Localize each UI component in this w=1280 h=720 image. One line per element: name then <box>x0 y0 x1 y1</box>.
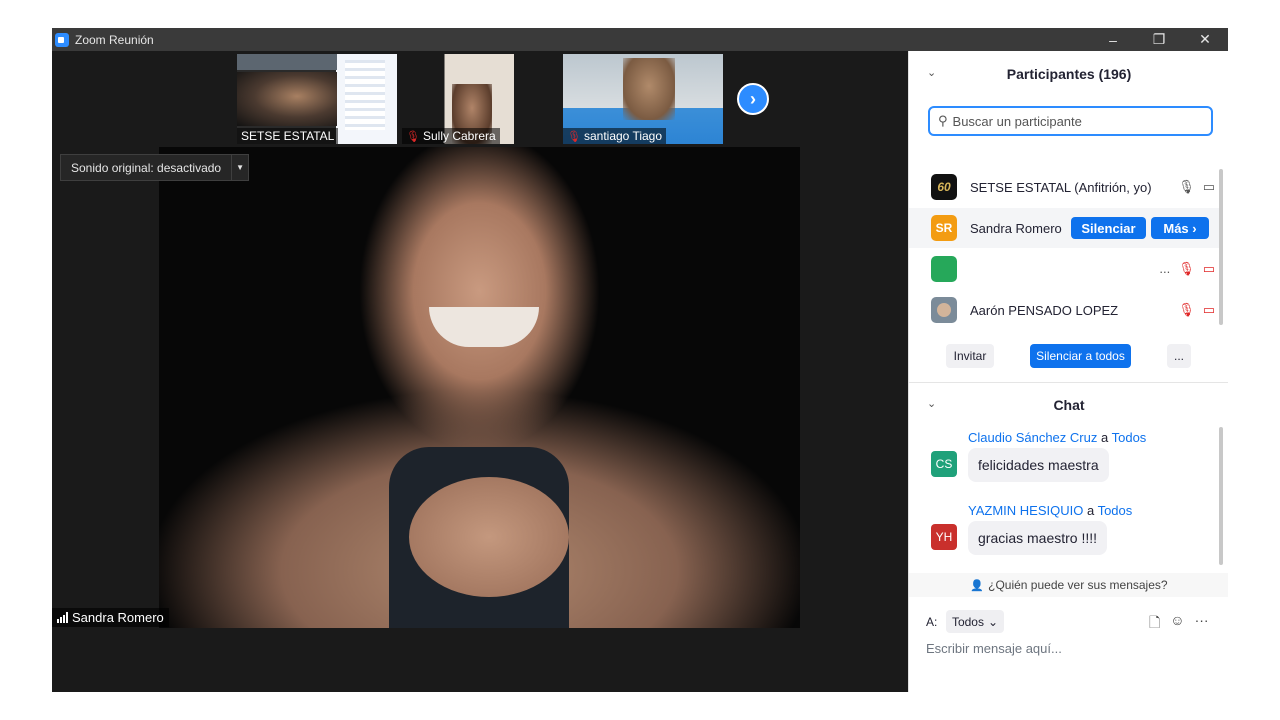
chat-recipient: Todos <box>1097 503 1133 518</box>
chat-to-word: a <box>1086 503 1095 518</box>
invite-button[interactable]: Invitar <box>946 344 994 368</box>
participant-search-input[interactable]: ⚲ Buscar un participante <box>928 106 1213 136</box>
mic-off-icon: 🎙 <box>1178 261 1195 276</box>
chat-message-header: YAZMIN HESIQUIO a Todos <box>968 503 1132 518</box>
mic-off-icon: 🎙 <box>567 130 581 143</box>
more-participant-button[interactable]: Más › <box>1151 217 1209 239</box>
avatar: 60 <box>931 174 957 200</box>
mic-off-icon: 🎙 <box>1178 302 1195 317</box>
video-figure-hands <box>409 477 569 597</box>
mute-participant-button[interactable]: Silenciar <box>1071 217 1146 239</box>
camera-icon[interactable]: ▭ <box>1203 179 1215 195</box>
avatar <box>931 256 957 282</box>
participant-row[interactable]: ... 🎙 ▭ <box>909 249 1221 289</box>
chat-to-label: A: <box>926 615 938 629</box>
participant-status: 🎙 ▭ <box>1178 302 1215 318</box>
participant-status: ... 🎙 ▭ <box>1159 261 1215 277</box>
chat-header: ⌄ Chat <box>909 397 1228 419</box>
chat-recipient: Todos <box>1111 430 1147 445</box>
avatar: SR <box>931 215 957 241</box>
thumbnail-name: SETSE ESTATAL <box>237 128 339 144</box>
collapse-participants-icon[interactable]: ⌄ <box>927 66 936 79</box>
participant-name: Aarón PENSADO LOPEZ <box>970 302 1119 318</box>
section-divider <box>909 382 1228 383</box>
chat-tools: 🗋 ☺ ··· <box>1149 612 1209 636</box>
more-icon[interactable]: ··· <box>1195 612 1209 636</box>
thumbnail-video <box>623 58 675 120</box>
zoom-app-icon <box>55 32 69 47</box>
avatar: YH <box>931 524 957 550</box>
thumbnail-video <box>237 72 337 126</box>
participant-row[interactable]: 60 SETSE ESTATAL (Anfitrión, yo) 🎙 ▭ <box>909 167 1221 207</box>
window-title: Zoom Reunión <box>75 32 154 47</box>
close-button[interactable]: ✕ <box>1182 28 1228 51</box>
participant-status: 🎙 ▭ <box>1178 179 1215 195</box>
active-speaker-name: Sandra Romero <box>72 610 164 625</box>
microphone-icon[interactable]: 🎙 <box>1178 179 1195 195</box>
chevron-right-icon: › <box>750 88 756 109</box>
next-page-button[interactable]: › <box>737 83 769 115</box>
mic-off-icon: 🎙 <box>406 130 420 143</box>
signal-strength-icon <box>57 612 68 623</box>
side-panel: ⌄ Participantes (196) ⚲ Buscar un partic… <box>908 51 1228 692</box>
participants-scrollbar[interactable] <box>1219 169 1223 325</box>
thumbnail-santiago-tiago[interactable]: 🎙 santiago Tiago <box>563 54 723 144</box>
mute-all-button[interactable]: Silenciar a todos <box>1030 344 1131 368</box>
chat-message-input[interactable]: Escribir mensaje aquí... <box>926 641 1062 656</box>
chat-message-header: Claudio Sánchez Cruz a Todos <box>968 430 1146 445</box>
search-placeholder: Buscar un participante <box>952 113 1082 129</box>
file-icon[interactable]: 🗋 <box>1149 612 1160 636</box>
collapse-chat-icon[interactable]: ⌄ <box>927 397 936 410</box>
emoji-icon[interactable]: ☺ <box>1170 612 1184 636</box>
chat-sender: YAZMIN HESIQUIO <box>968 503 1084 518</box>
zoom-window: Zoom Reunión – ❐ ✕ SETSE ESTATAL 🎙 Sully … <box>52 28 1228 692</box>
caret-down-icon[interactable]: ▼ <box>231 155 248 180</box>
chat-scrollbar[interactable] <box>1219 427 1223 565</box>
chat-recipient-select[interactable]: Todos ⌄ <box>946 610 1004 633</box>
shared-document-preview <box>345 60 385 130</box>
who-can-see-messages[interactable]: 👤 ¿Quién puede ver sus mensajes? <box>909 573 1228 597</box>
participant-name: Sandra Romero <box>970 220 1062 236</box>
restore-button[interactable]: ❐ <box>1136 28 1182 51</box>
search-icon: ⚲ <box>938 113 948 128</box>
chat-sender: Claudio Sánchez Cruz <box>968 430 1098 445</box>
participants-title: Participantes (196) <box>1006 66 1132 82</box>
camera-off-icon: ▭ <box>1202 261 1215 276</box>
chat-message-bubble: felicidades maestra <box>968 448 1109 482</box>
thumbnail-setse-estatal[interactable]: SETSE ESTATAL <box>237 54 397 144</box>
participant-row[interactable]: Aarón PENSADO LOPEZ 🎙 ▭ <box>909 290 1221 330</box>
minimize-button[interactable]: – <box>1090 28 1136 51</box>
original-sound-indicator[interactable]: Sonido original: desactivado ▼ <box>60 154 250 181</box>
chat-message-bubble: gracias maestro !!!! <box>968 521 1108 555</box>
avatar: CS <box>931 451 957 477</box>
chevron-down-icon: ⌄ <box>987 614 999 629</box>
original-sound-label: Sonido original: desactivado <box>71 160 222 175</box>
user-icon: 👤 <box>970 579 985 592</box>
more-options-button[interactable]: ... <box>1167 344 1191 368</box>
active-speaker-label: Sandra Romero <box>52 608 169 627</box>
participant-name: SETSE ESTATAL (Anfitrión, yo) <box>970 179 1152 195</box>
video-figure-smile <box>429 307 539 347</box>
ellipsis: ... <box>1159 261 1171 276</box>
thumbnail-name: 🎙 santiago Tiago <box>563 128 667 144</box>
thumbnail-strip <box>237 54 337 70</box>
participants-header: ⌄ Participantes (196) <box>909 66 1228 88</box>
who-can-see-label: ¿Quién puede ver sus mensajes? <box>988 578 1168 592</box>
title-bar: Zoom Reunión – ❐ ✕ <box>52 28 1228 51</box>
camera-off-icon: ▭ <box>1202 302 1215 317</box>
participant-row[interactable]: SR Sandra Romero Silenciar Más › <box>909 208 1221 248</box>
avatar <box>931 297 957 323</box>
active-speaker-video <box>159 147 800 628</box>
video-area: SETSE ESTATAL 🎙 Sully Cabrera 🎙 santiago T… <box>52 51 908 692</box>
thumbnail-sully-cabrera[interactable]: 🎙 Sully Cabrera <box>402 54 514 144</box>
chat-title: Chat <box>1053 397 1085 413</box>
chat-recipient-value: Todos <box>951 614 984 629</box>
thumbnail-name: 🎙 Sully Cabrera <box>402 128 500 144</box>
chat-to-word: a <box>1100 430 1109 445</box>
